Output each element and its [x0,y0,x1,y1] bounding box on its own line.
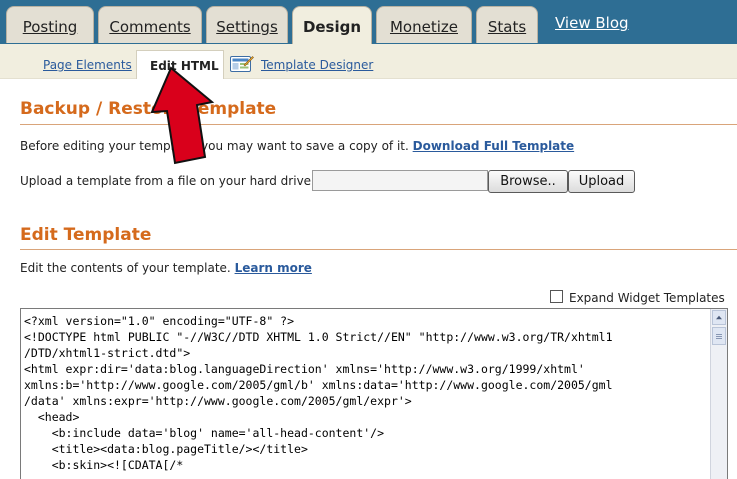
expand-widget-checkbox[interactable] [550,290,563,303]
edit-description: Edit the contents of your template. Lear… [20,261,312,275]
tab-posting[interactable]: Posting [6,6,94,43]
upload-label: Upload a template from a file on your ha… [20,174,316,188]
tab-label: Monetize [389,18,458,36]
expand-widget-label[interactable]: Expand Widget Templates [569,291,725,305]
tab-monetize[interactable]: Monetize [376,6,472,43]
download-template-link[interactable]: Download Full Template [413,139,575,153]
section-divider [20,124,737,125]
scroll-thumb[interactable] [712,327,726,345]
template-code-editor[interactable]: <?xml version="1.0" encoding="UTF-8" ?> … [20,308,728,479]
tab-design[interactable]: Design [292,6,372,45]
file-path-input[interactable] [312,170,488,191]
template-code[interactable]: <?xml version="1.0" encoding="UTF-8" ?> … [24,313,613,473]
tab-label: Stats [487,18,527,36]
upload-button[interactable]: Upload [568,170,635,193]
scroll-up-arrow-icon[interactable] [712,310,726,325]
tab-label: Comments [109,18,191,36]
sub-nav-bar: Page Elements Edit HTML Template Designe… [0,44,737,79]
editor-scrollbar[interactable] [710,309,727,479]
template-designer-icon[interactable] [230,55,254,72]
tab-comments[interactable]: Comments [98,6,202,43]
edit-text: Edit the contents of your template. [20,261,231,275]
backup-description: Before editing your template, you may wa… [20,139,574,153]
tab-stats[interactable]: Stats [476,6,538,43]
red-arrow-icon [150,66,215,165]
tab-settings[interactable]: Settings [206,6,288,43]
tab-label: Settings [216,18,278,36]
tab-label: Posting [22,18,78,36]
edit-template-heading: Edit Template [20,225,152,245]
tab-label: Design [302,18,362,36]
view-blog-link[interactable]: View Blog [555,14,629,32]
section-divider [20,249,737,250]
subtab-template-designer[interactable]: Template Designer [261,58,373,72]
top-nav-bar: Posting Comments Settings Design Monetiz… [0,0,737,45]
subtab-page-elements[interactable]: Page Elements [43,58,132,72]
browse-button[interactable]: Browse.. [488,170,568,193]
learn-more-link[interactable]: Learn more [235,261,312,275]
